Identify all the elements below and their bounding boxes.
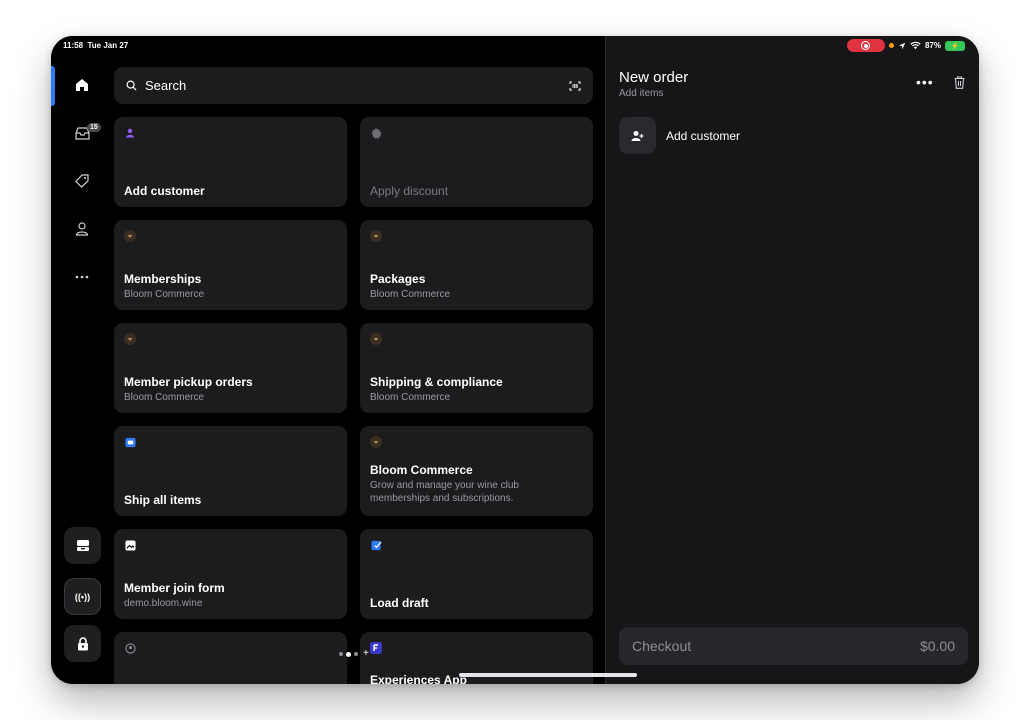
- tile-subtitle: Bloom Commerce: [124, 289, 205, 300]
- person-icon: [75, 222, 89, 236]
- left-panel: 15 ((•)) Search Add customer Apply disco…: [51, 36, 604, 684]
- reader-connection-button[interactable]: ((•)): [64, 578, 101, 615]
- image-icon: [124, 539, 136, 551]
- register-icon: [76, 540, 89, 551]
- home-indicator[interactable]: [459, 673, 637, 677]
- page-indicator[interactable]: +: [339, 649, 369, 659]
- tile-subtitle: Bloom Commerce: [124, 392, 205, 403]
- checkout-label: Checkout: [632, 638, 692, 654]
- page-dot: [339, 652, 343, 656]
- page-dot: [354, 652, 358, 656]
- bloom-logo-icon: [370, 436, 382, 448]
- ipad-screen: 11:58 Tue Jan 27 87% ⚡ 15 ((•)) Search A…: [51, 36, 979, 684]
- tile-title: Packages: [370, 272, 426, 286]
- tile-title: Member join form: [124, 581, 225, 595]
- mic-in-use-dot: [888, 43, 894, 48]
- tag-icon: [75, 174, 89, 188]
- tile-shipping-compliance[interactable]: Shipping & compliance Bloom Commerce: [360, 323, 593, 413]
- discount-badge-icon: [370, 127, 382, 139]
- tile-title: Shipping & compliance: [370, 375, 503, 389]
- tile-title: Load draft: [370, 596, 429, 610]
- tile-title: Experiences App: [370, 673, 467, 684]
- add-person-icon: [619, 117, 656, 154]
- bloom-logo-icon: [370, 230, 382, 242]
- tile-subtitle: Bloom Commerce: [370, 392, 451, 403]
- more-options-icon[interactable]: •••: [916, 74, 934, 90]
- status-time: 11:58 Tue Jan 27: [63, 41, 128, 50]
- lock-button[interactable]: [64, 625, 101, 662]
- battery-charging-icon: ⚡: [945, 40, 965, 51]
- tile-ship-all-items[interactable]: Ship all items: [114, 426, 347, 516]
- tile-partial-left[interactable]: [114, 632, 347, 684]
- add-page-icon[interactable]: +: [363, 649, 369, 659]
- clock-time: 11:58: [63, 41, 84, 50]
- clock-date: Tue Jan 27: [87, 41, 129, 50]
- tile-memberships[interactable]: Memberships Bloom Commerce: [114, 220, 347, 310]
- order-title: New order: [619, 69, 689, 86]
- bloom-logo-icon: [370, 333, 382, 345]
- bloom-logo-icon: [124, 230, 136, 242]
- checkout-button[interactable]: Checkout $0.00: [619, 627, 968, 665]
- experiences-logo-icon: [370, 642, 382, 654]
- location-icon: [898, 42, 906, 49]
- tile-title: Memberships: [124, 272, 202, 286]
- tile-load-draft[interactable]: Load draft: [360, 529, 593, 619]
- search-icon: [126, 80, 137, 91]
- register-button[interactable]: [64, 527, 101, 564]
- order-subtitle: Add items: [619, 88, 664, 99]
- tile-title: Apply discount: [370, 184, 449, 198]
- draft-icon: [370, 539, 382, 551]
- wifi-icon: [910, 41, 921, 50]
- add-customer-button[interactable]: Add customer: [619, 117, 740, 154]
- active-indicator: [51, 66, 55, 106]
- tile-add-customer[interactable]: Add customer: [114, 117, 347, 207]
- trash-icon[interactable]: [954, 76, 965, 89]
- sidebar-rail: 15 ((•)): [51, 36, 113, 684]
- tile-title: Add customer: [124, 184, 205, 198]
- lock-icon: [77, 636, 88, 650]
- tile-title: Bloom Commerce: [370, 463, 473, 477]
- add-customer-label: Add customer: [666, 128, 741, 143]
- sidebar-item-more[interactable]: [65, 260, 99, 294]
- tile-subtitle: Bloom Commerce: [370, 289, 451, 300]
- battery-percent: 87%: [924, 41, 941, 50]
- tile-member-join-form[interactable]: Member join form demo.bloom.wine: [114, 529, 347, 619]
- tile-title: Ship all items: [124, 493, 202, 507]
- package-icon: [124, 436, 136, 448]
- checkout-total: $0.00: [919, 638, 955, 654]
- sidebar-item-customers[interactable]: [65, 212, 99, 246]
- tile-apply-discount[interactable]: Apply discount: [360, 117, 593, 207]
- tile-subtitle: demo.bloom.wine: [124, 598, 203, 609]
- search-bar[interactable]: Search: [114, 67, 593, 104]
- more-icon: [75, 275, 89, 279]
- sidebar-item-products[interactable]: [65, 164, 99, 198]
- tile-member-pickup-orders[interactable]: Member pickup orders Bloom Commerce: [114, 323, 347, 413]
- status-bar: 11:58 Tue Jan 27 87% ⚡: [51, 36, 979, 56]
- tile-bloom-commerce[interactable]: Bloom Commerce Grow and manage your wine…: [360, 426, 593, 516]
- page-dot-active: [346, 651, 351, 657]
- sidebar-item-orders[interactable]: [65, 116, 99, 150]
- tile-title: Member pickup orders: [124, 375, 253, 389]
- home-icon: [76, 79, 88, 91]
- profile-circle-icon: [124, 642, 136, 654]
- screen-recording-indicator[interactable]: [846, 39, 885, 52]
- orders-count-badge: 15: [87, 123, 101, 132]
- search-placeholder: Search: [145, 78, 187, 93]
- order-panel: New order Add items ••• Add customer Che…: [605, 36, 979, 684]
- contactless-icon: ((•)): [74, 591, 91, 602]
- barcode-scan-icon[interactable]: [569, 81, 581, 91]
- bloom-logo-icon: [124, 333, 136, 345]
- tile-subtitle: Grow and manage your wine club membershi…: [370, 480, 519, 504]
- tile-packages[interactable]: Packages Bloom Commerce: [360, 220, 593, 310]
- sidebar-item-home[interactable]: [65, 68, 99, 102]
- status-indicators: 87% ⚡: [846, 39, 965, 52]
- person-icon: [124, 127, 136, 139]
